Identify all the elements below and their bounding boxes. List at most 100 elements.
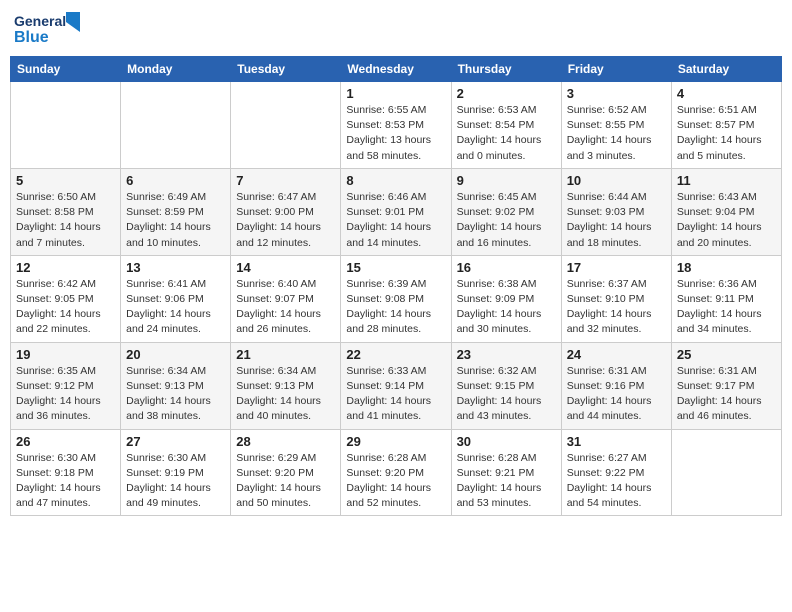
weekday-header-sunday: Sunday bbox=[11, 57, 121, 82]
day-number: 29 bbox=[346, 434, 445, 449]
weekday-header-friday: Friday bbox=[561, 57, 671, 82]
logo: GeneralBlue bbox=[14, 10, 84, 48]
day-info: Sunrise: 6:53 AMSunset: 8:54 PMDaylight:… bbox=[457, 103, 556, 164]
day-info: Sunrise: 6:47 AMSunset: 9:00 PMDaylight:… bbox=[236, 190, 335, 251]
page-header: GeneralBlue bbox=[10, 10, 782, 48]
day-info: Sunrise: 6:55 AMSunset: 8:53 PMDaylight:… bbox=[346, 103, 445, 164]
calendar-cell: 6Sunrise: 6:49 AMSunset: 8:59 PMDaylight… bbox=[121, 168, 231, 255]
day-info: Sunrise: 6:28 AMSunset: 9:21 PMDaylight:… bbox=[457, 451, 556, 512]
calendar-cell: 23 Sunrise: 6:32 AMSunset: 9:15 PMDayligh… bbox=[451, 342, 561, 429]
calendar-cell: 3 Sunrise: 6:52 AMSunset: 8:55 PMDaylight… bbox=[561, 82, 671, 169]
calendar-week-3: 12Sunrise: 6:42 AMSunset: 9:05 PMDayligh… bbox=[11, 255, 782, 342]
calendar-cell: 16 Sunrise: 6:38 AMSunset: 9:09 PMDayligh… bbox=[451, 255, 561, 342]
calendar-cell: 31Sunrise: 6:27 AMSunset: 9:22 PMDayligh… bbox=[561, 429, 671, 516]
day-number: 13 bbox=[126, 260, 225, 275]
day-info: Sunrise: 6:27 AMSunset: 9:22 PMDaylight:… bbox=[567, 451, 666, 512]
day-number: 27 bbox=[126, 434, 225, 449]
day-info: Sunrise: 6:31 AMSunset: 9:17 PMDaylight:… bbox=[677, 364, 776, 425]
calendar-cell: 7 Sunrise: 6:47 AMSunset: 9:00 PMDaylight… bbox=[231, 168, 341, 255]
day-info: Sunrise: 6:28 AMSunset: 9:20 PMDaylight:… bbox=[346, 451, 445, 512]
weekday-header-monday: Monday bbox=[121, 57, 231, 82]
calendar-cell: 9 Sunrise: 6:45 AMSunset: 9:02 PMDaylight… bbox=[451, 168, 561, 255]
calendar-cell: 10 Sunrise: 6:44 AMSunset: 9:03 PMDayligh… bbox=[561, 168, 671, 255]
day-info: Sunrise: 6:51 AMSunset: 8:57 PMDaylight:… bbox=[677, 103, 776, 164]
calendar-cell: 18Sunrise: 6:36 AMSunset: 9:11 PMDayligh… bbox=[671, 255, 781, 342]
calendar-week-5: 26 Sunrise: 6:30 AMSunset: 9:18 PMDayligh… bbox=[11, 429, 782, 516]
day-info: Sunrise: 6:44 AMSunset: 9:03 PMDaylight:… bbox=[567, 190, 666, 251]
day-number: 30 bbox=[457, 434, 556, 449]
svg-text:Blue: Blue bbox=[14, 29, 49, 46]
calendar-cell: 12Sunrise: 6:42 AMSunset: 9:05 PMDayligh… bbox=[11, 255, 121, 342]
calendar-cell: 4 Sunrise: 6:51 AMSunset: 8:57 PMDaylight… bbox=[671, 82, 781, 169]
day-number: 24 bbox=[567, 347, 666, 362]
day-info: Sunrise: 6:36 AMSunset: 9:11 PMDaylight:… bbox=[677, 277, 776, 338]
day-number: 11 bbox=[677, 173, 776, 188]
calendar-cell: 13Sunrise: 6:41 AMSunset: 9:06 PMDayligh… bbox=[121, 255, 231, 342]
day-info: Sunrise: 6:38 AMSunset: 9:09 PMDaylight:… bbox=[457, 277, 556, 338]
calendar-cell bbox=[11, 82, 121, 169]
day-number: 20 bbox=[126, 347, 225, 362]
calendar-cell: 15 Sunrise: 6:39 AMSunset: 9:08 PMDayligh… bbox=[341, 255, 451, 342]
day-number: 28 bbox=[236, 434, 335, 449]
calendar-cell: 25 Sunrise: 6:31 AMSunset: 9:17 PMDayligh… bbox=[671, 342, 781, 429]
day-info: Sunrise: 6:40 AMSunset: 9:07 PMDaylight:… bbox=[236, 277, 335, 338]
calendar-cell: 27Sunrise: 6:30 AMSunset: 9:19 PMDayligh… bbox=[121, 429, 231, 516]
day-info: Sunrise: 6:34 AMSunset: 9:13 PMDaylight:… bbox=[126, 364, 225, 425]
calendar-table: SundayMondayTuesdayWednesdayThursdayFrid… bbox=[10, 56, 782, 516]
calendar-week-2: 5Sunrise: 6:50 AMSunset: 8:58 PMDaylight… bbox=[11, 168, 782, 255]
calendar-cell: 17Sunrise: 6:37 AMSunset: 9:10 PMDayligh… bbox=[561, 255, 671, 342]
svg-text:General: General bbox=[14, 13, 66, 29]
day-info: Sunrise: 6:46 AMSunset: 9:01 PMDaylight:… bbox=[346, 190, 445, 251]
day-info: Sunrise: 6:34 AMSunset: 9:13 PMDaylight:… bbox=[236, 364, 335, 425]
calendar-week-4: 19 Sunrise: 6:35 AMSunset: 9:12 PMDayligh… bbox=[11, 342, 782, 429]
day-info: Sunrise: 6:33 AMSunset: 9:14 PMDaylight:… bbox=[346, 364, 445, 425]
day-number: 9 bbox=[457, 173, 556, 188]
calendar-week-1: 1Sunrise: 6:55 AMSunset: 8:53 PMDaylight… bbox=[11, 82, 782, 169]
day-number: 10 bbox=[567, 173, 666, 188]
day-number: 7 bbox=[236, 173, 335, 188]
calendar-cell bbox=[231, 82, 341, 169]
day-number: 22 bbox=[346, 347, 445, 362]
calendar-cell: 29 Sunrise: 6:28 AMSunset: 9:20 PMDayligh… bbox=[341, 429, 451, 516]
weekday-header-tuesday: Tuesday bbox=[231, 57, 341, 82]
day-info: Sunrise: 6:30 AMSunset: 9:18 PMDaylight:… bbox=[16, 451, 115, 512]
day-info: Sunrise: 6:29 AMSunset: 9:20 PMDaylight:… bbox=[236, 451, 335, 512]
weekday-header-saturday: Saturday bbox=[671, 57, 781, 82]
calendar-cell: 19 Sunrise: 6:35 AMSunset: 9:12 PMDayligh… bbox=[11, 342, 121, 429]
day-number: 4 bbox=[677, 86, 776, 101]
calendar-cell bbox=[671, 429, 781, 516]
calendar-cell: 24 Sunrise: 6:31 AMSunset: 9:16 PMDayligh… bbox=[561, 342, 671, 429]
day-info: Sunrise: 6:50 AMSunset: 8:58 PMDaylight:… bbox=[16, 190, 115, 251]
day-info: Sunrise: 6:52 AMSunset: 8:55 PMDaylight:… bbox=[567, 103, 666, 164]
calendar-cell: 26 Sunrise: 6:30 AMSunset: 9:18 PMDayligh… bbox=[11, 429, 121, 516]
day-number: 14 bbox=[236, 260, 335, 275]
calendar-cell: 2 Sunrise: 6:53 AMSunset: 8:54 PMDaylight… bbox=[451, 82, 561, 169]
day-number: 25 bbox=[677, 347, 776, 362]
day-number: 12 bbox=[16, 260, 115, 275]
day-info: Sunrise: 6:32 AMSunset: 9:15 PMDaylight:… bbox=[457, 364, 556, 425]
day-info: Sunrise: 6:45 AMSunset: 9:02 PMDaylight:… bbox=[457, 190, 556, 251]
calendar-cell: 30 Sunrise: 6:28 AMSunset: 9:21 PMDayligh… bbox=[451, 429, 561, 516]
calendar-cell: 8 Sunrise: 6:46 AMSunset: 9:01 PMDaylight… bbox=[341, 168, 451, 255]
day-number: 21 bbox=[236, 347, 335, 362]
day-number: 23 bbox=[457, 347, 556, 362]
day-number: 8 bbox=[346, 173, 445, 188]
day-number: 2 bbox=[457, 86, 556, 101]
day-info: Sunrise: 6:31 AMSunset: 9:16 PMDaylight:… bbox=[567, 364, 666, 425]
day-number: 17 bbox=[567, 260, 666, 275]
day-info: Sunrise: 6:35 AMSunset: 9:12 PMDaylight:… bbox=[16, 364, 115, 425]
weekday-header-row: SundayMondayTuesdayWednesdayThursdayFrid… bbox=[11, 57, 782, 82]
day-number: 16 bbox=[457, 260, 556, 275]
day-number: 3 bbox=[567, 86, 666, 101]
day-info: Sunrise: 6:43 AMSunset: 9:04 PMDaylight:… bbox=[677, 190, 776, 251]
day-number: 19 bbox=[16, 347, 115, 362]
calendar-cell: 1Sunrise: 6:55 AMSunset: 8:53 PMDaylight… bbox=[341, 82, 451, 169]
day-info: Sunrise: 6:39 AMSunset: 9:08 PMDaylight:… bbox=[346, 277, 445, 338]
calendar-cell: 22 Sunrise: 6:33 AMSunset: 9:14 PMDayligh… bbox=[341, 342, 451, 429]
day-number: 15 bbox=[346, 260, 445, 275]
weekday-header-wednesday: Wednesday bbox=[341, 57, 451, 82]
calendar-cell bbox=[121, 82, 231, 169]
calendar-cell: 5Sunrise: 6:50 AMSunset: 8:58 PMDaylight… bbox=[11, 168, 121, 255]
day-number: 26 bbox=[16, 434, 115, 449]
calendar-cell: 14 Sunrise: 6:40 AMSunset: 9:07 PMDayligh… bbox=[231, 255, 341, 342]
